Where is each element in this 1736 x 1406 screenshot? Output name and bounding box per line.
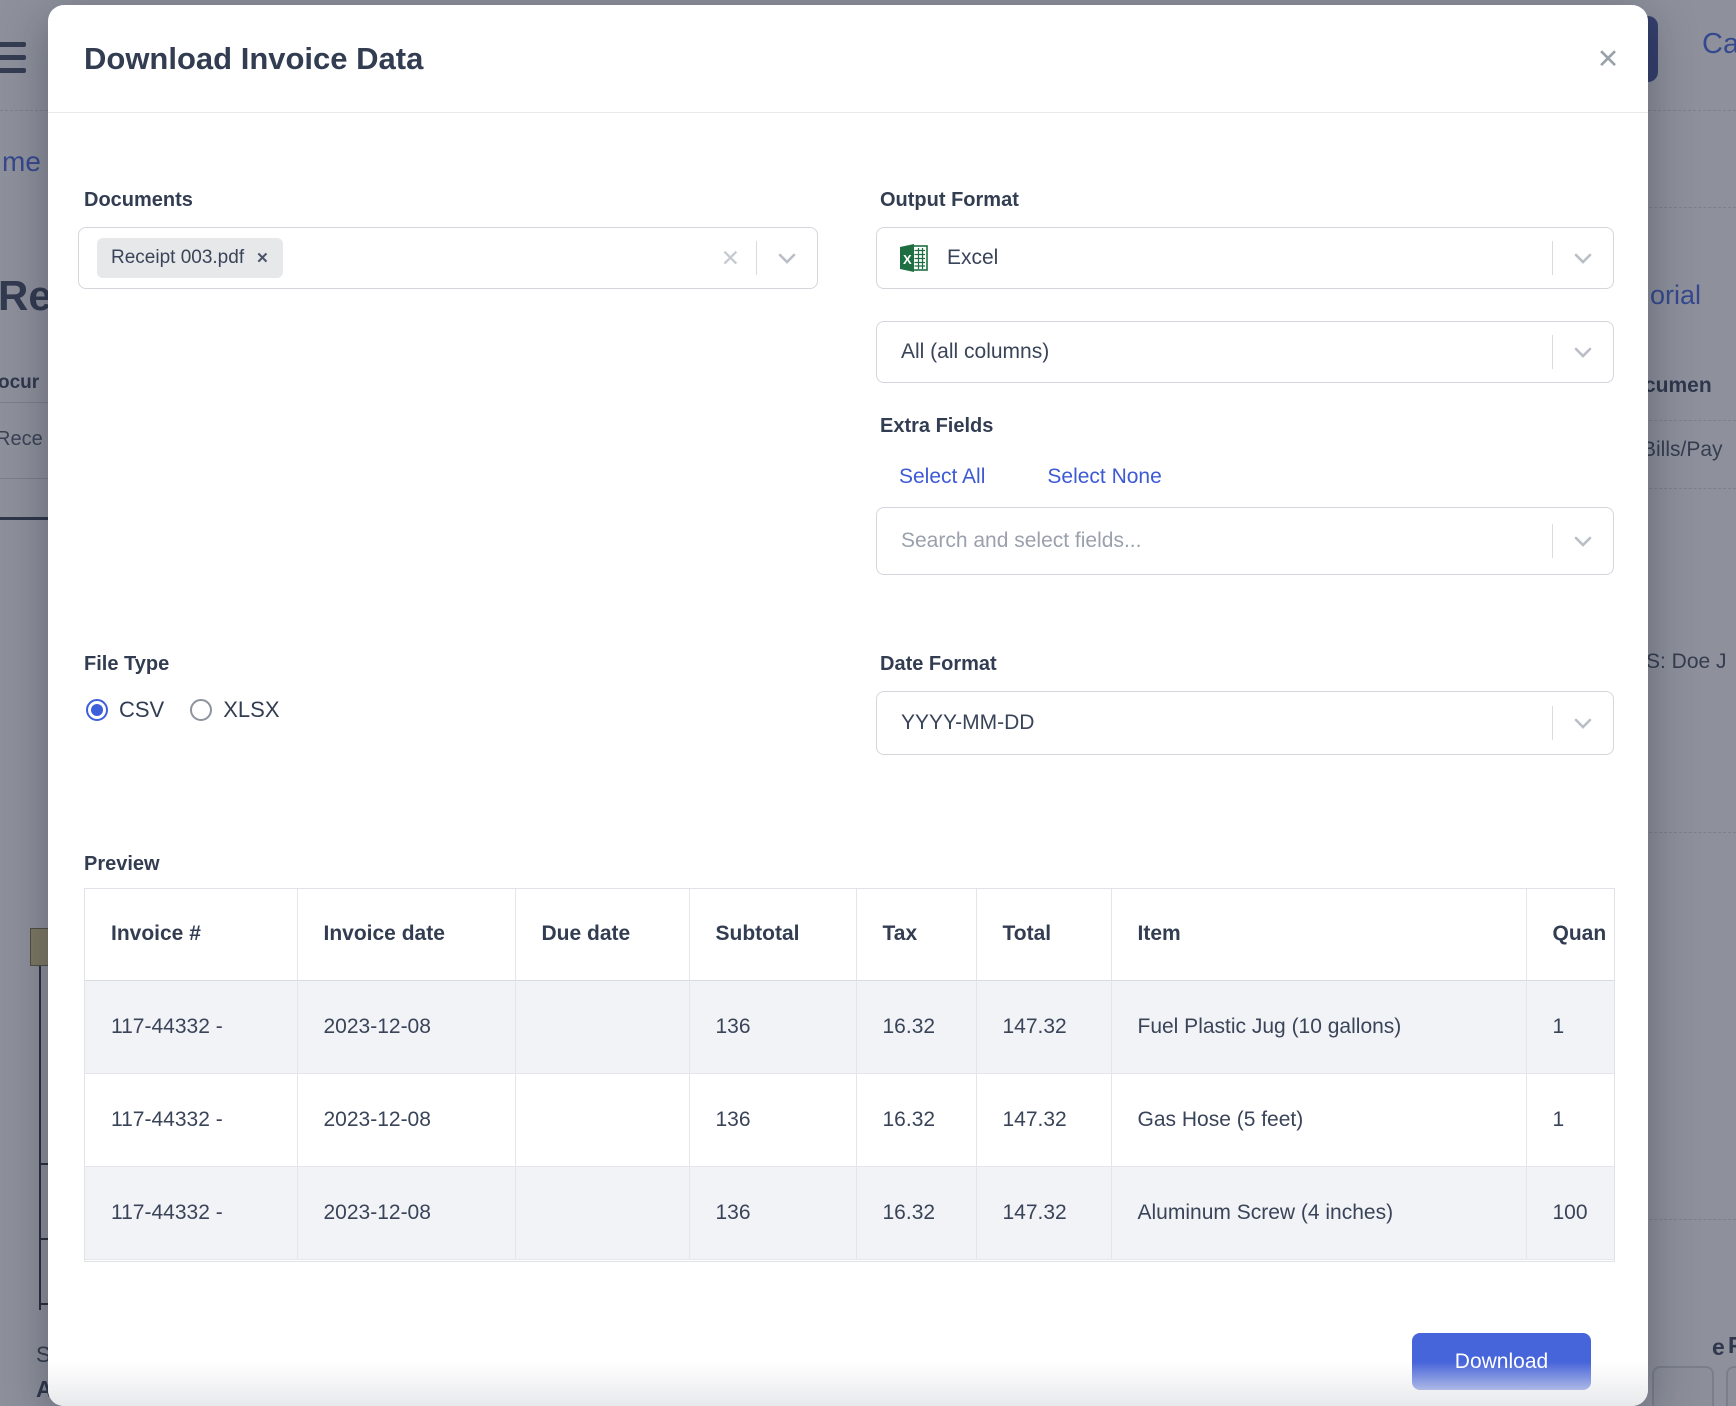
col-invoice-date: Invoice date xyxy=(297,889,515,980)
columns-select[interactable]: All (all columns) xyxy=(876,321,1614,383)
csv-radio-label[interactable]: CSV xyxy=(119,697,164,723)
cell: 16.32 xyxy=(856,1166,976,1259)
table-row: 117-44332 - 2023-12-08 136 16.32 147.32 … xyxy=(85,1166,1615,1259)
cell: 136 xyxy=(689,1073,856,1166)
col-item: Item xyxy=(1111,889,1526,980)
cell: 1 xyxy=(1526,980,1615,1073)
extra-fields-search-placeholder: Search and select fields... xyxy=(901,529,1141,553)
date-format-label: Date Format xyxy=(880,653,997,676)
output-format-select[interactable]: X Excel xyxy=(876,227,1614,289)
document-tag: Receipt 003.pdf ✕ xyxy=(97,238,283,278)
columns-value: All (all columns) xyxy=(901,340,1049,364)
cell: 2023-12-08 xyxy=(297,1073,515,1166)
header-divider xyxy=(48,112,1648,113)
modal-title: Download Invoice Data xyxy=(84,41,423,77)
remove-tag-icon[interactable]: ✕ xyxy=(256,249,269,267)
col-due-date: Due date xyxy=(515,889,689,980)
date-format-value: YYYY-MM-DD xyxy=(901,711,1034,735)
csv-radio[interactable] xyxy=(86,699,108,721)
cell: Gas Hose (5 feet) xyxy=(1111,1073,1526,1166)
cell: 100 xyxy=(1526,1166,1615,1259)
modal-bottom-fade xyxy=(48,1362,1648,1406)
col-total: Total xyxy=(976,889,1111,980)
output-format-value: Excel xyxy=(947,246,998,270)
cell xyxy=(515,1073,689,1166)
col-invoice-number: Invoice # xyxy=(85,889,297,980)
xlsx-radio-label[interactable]: XLSX xyxy=(223,697,279,723)
cell: 147.32 xyxy=(976,1073,1111,1166)
file-type-label: File Type xyxy=(84,653,169,676)
cell: 16.32 xyxy=(856,1073,976,1166)
table-row: 117-44332 - 2023-12-08 136 16.32 147.32 … xyxy=(85,1073,1615,1166)
preview-label: Preview xyxy=(84,853,160,876)
excel-icon: X xyxy=(897,241,931,275)
clear-selection-icon[interactable]: ✕ xyxy=(721,245,740,272)
cell: 1 xyxy=(1526,1073,1615,1166)
chevron-down-icon[interactable] xyxy=(757,253,817,264)
cell: 117-44332 - xyxy=(85,980,297,1073)
document-tag-label: Receipt 003.pdf xyxy=(111,247,244,269)
cell: 147.32 xyxy=(976,1166,1111,1259)
cell xyxy=(515,980,689,1073)
cell: 136 xyxy=(689,1166,856,1259)
col-quantity: Quan xyxy=(1526,889,1615,980)
output-format-label: Output Format xyxy=(880,189,1019,212)
cell: 117-44332 - xyxy=(85,1073,297,1166)
svg-text:X: X xyxy=(903,252,912,267)
documents-select[interactable]: Receipt 003.pdf ✕ ✕ xyxy=(78,227,818,289)
cell: Aluminum Screw (4 inches) xyxy=(1111,1166,1526,1259)
table-header-row: Invoice # Invoice date Due date Subtotal… xyxy=(85,889,1615,980)
col-tax: Tax xyxy=(856,889,976,980)
cell: 136 xyxy=(689,980,856,1073)
close-icon[interactable]: ✕ xyxy=(1588,39,1628,79)
select-none-link[interactable]: Select None xyxy=(1047,465,1161,489)
cell: 147.32 xyxy=(976,980,1111,1073)
preview-table: Invoice # Invoice date Due date Subtotal… xyxy=(84,888,1615,1262)
download-invoice-modal: Download Invoice Data ✕ Documents Receip… xyxy=(48,5,1648,1406)
extra-fields-search-input[interactable]: Search and select fields... xyxy=(876,507,1614,575)
cell: 2023-12-08 xyxy=(297,980,515,1073)
cell: 117-44332 - xyxy=(85,1166,297,1259)
select-all-link[interactable]: Select All xyxy=(899,465,985,489)
chevron-down-icon[interactable] xyxy=(1553,347,1613,358)
extra-fields-label: Extra Fields xyxy=(880,415,993,438)
cell: Fuel Plastic Jug (10 gallons) xyxy=(1111,980,1526,1073)
xlsx-radio[interactable] xyxy=(190,699,212,721)
documents-label: Documents xyxy=(84,189,193,212)
cell: 16.32 xyxy=(856,980,976,1073)
date-format-select[interactable]: YYYY-MM-DD xyxy=(876,691,1614,755)
table-row: 117-44332 - 2023-12-08 136 16.32 147.32 … xyxy=(85,980,1615,1073)
chevron-down-icon[interactable] xyxy=(1553,536,1613,547)
chevron-down-icon[interactable] xyxy=(1553,253,1613,264)
col-subtotal: Subtotal xyxy=(689,889,856,980)
download-button[interactable]: Download xyxy=(1412,1333,1591,1390)
chevron-down-icon[interactable] xyxy=(1553,718,1613,729)
cell: 2023-12-08 xyxy=(297,1166,515,1259)
screen: me Rec ocur Rece S A Ca orial cumen Bill… xyxy=(0,0,1736,1406)
cell xyxy=(515,1166,689,1259)
